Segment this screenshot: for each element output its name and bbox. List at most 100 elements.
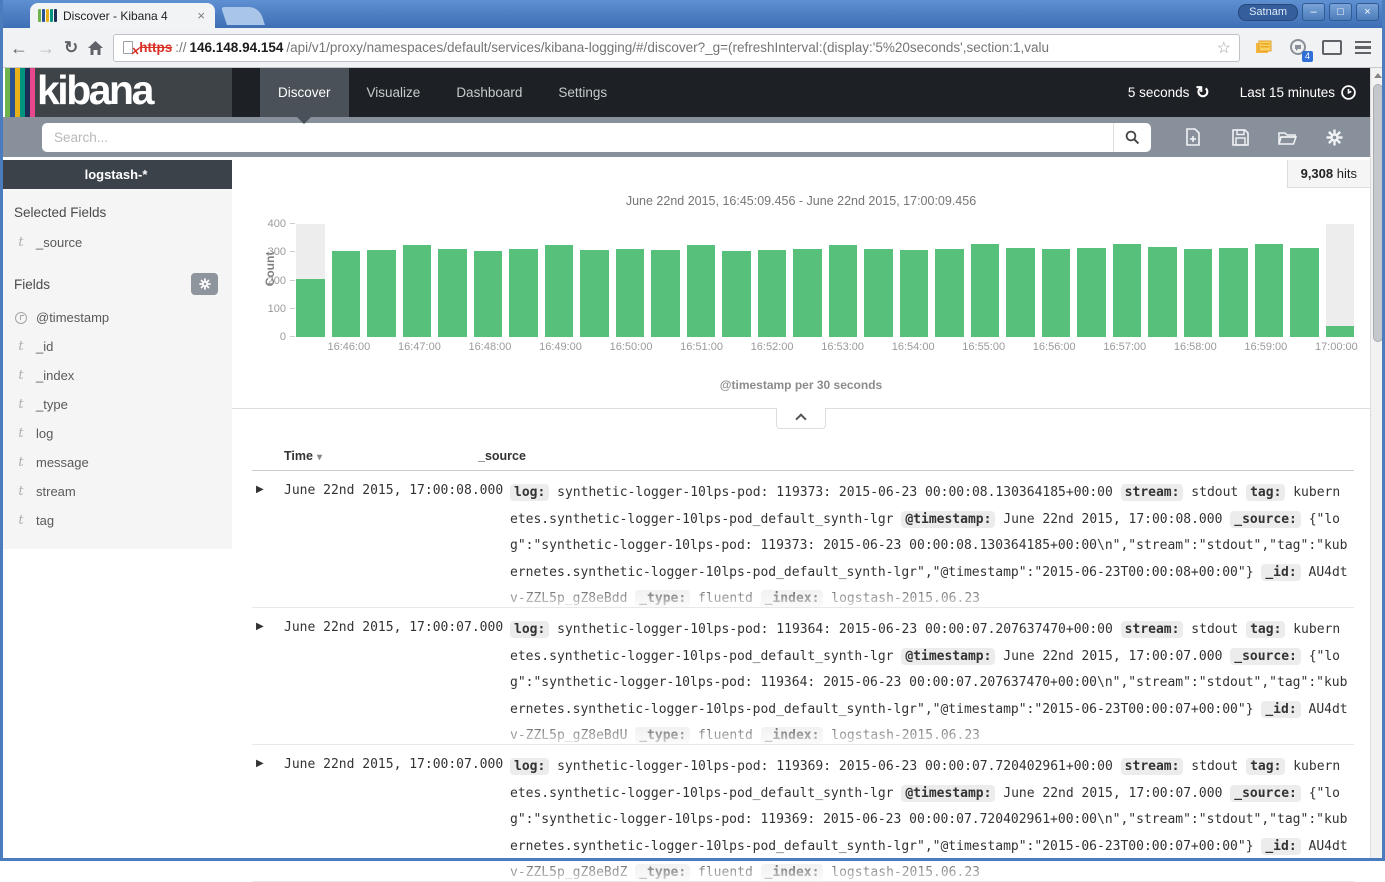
histogram-bar[interactable] — [971, 224, 1000, 337]
new-tab-button[interactable] — [221, 7, 265, 25]
minimize-button[interactable]: – — [1302, 3, 1325, 21]
field-item-_index[interactable]: t_index — [0, 361, 232, 390]
browser-tab[interactable]: Discover - Kibana 4 × — [30, 3, 215, 28]
histogram-bar[interactable] — [829, 224, 858, 337]
expand-row-icon[interactable]: ▶ — [252, 617, 284, 744]
field-badge: stream: — [1121, 758, 1184, 775]
nav-tab-discover[interactable]: Discover — [260, 68, 349, 117]
histogram-bar[interactable] — [935, 224, 964, 337]
histogram-bar[interactable] — [545, 224, 574, 337]
nav-tab-dashboard[interactable]: Dashboard — [438, 68, 540, 117]
histogram-bar[interactable] — [1326, 224, 1355, 337]
field-badge: log: — [510, 484, 549, 501]
tab-title: Discover - Kibana 4 — [63, 9, 195, 23]
field-item-@timestamp[interactable]: @timestamp — [0, 303, 232, 332]
field-item-log[interactable]: tlog — [0, 419, 232, 448]
url-host: 146.148.94.154 — [190, 40, 284, 55]
notification-badge: 4 — [1302, 51, 1313, 62]
collapse-chart-button[interactable] — [776, 408, 826, 429]
open-search-icon[interactable] — [1277, 127, 1297, 147]
source-column-header: _source — [478, 449, 1354, 463]
cast-icon[interactable] — [1321, 37, 1343, 59]
forward-button[interactable]: → — [37, 39, 55, 57]
histogram-bar[interactable] — [1255, 224, 1284, 337]
extension-icon[interactable] — [1253, 37, 1275, 59]
save-search-icon[interactable] — [1230, 127, 1250, 147]
histogram-bar[interactable] — [758, 224, 787, 337]
histogram-bar[interactable] — [1219, 224, 1248, 337]
profile-button[interactable]: Satnam — [1238, 4, 1298, 21]
index-pattern-header[interactable]: logstash-* — [0, 160, 232, 189]
histogram-bar[interactable] — [509, 224, 538, 337]
refresh-interval-picker[interactable]: 5 seconds ↻ — [1128, 83, 1210, 103]
histogram-bar[interactable] — [793, 224, 822, 337]
histogram-bar[interactable] — [722, 224, 751, 337]
x-tick: 16:55:00 — [962, 341, 1005, 353]
y-tick: 100 — [268, 303, 286, 315]
histogram-bar[interactable] — [651, 224, 680, 337]
field-item-message[interactable]: tmessage — [0, 448, 232, 477]
refresh-icon: ↻ — [1195, 83, 1209, 103]
histogram-bar[interactable] — [1148, 224, 1177, 337]
settings-gear-icon[interactable] — [1324, 127, 1344, 147]
ssl-error-icon[interactable]: ✕ — [122, 40, 136, 56]
nav-tab-settings[interactable]: Settings — [540, 68, 625, 117]
x-tick: 17:00:00 — [1315, 341, 1358, 353]
menu-icon[interactable] — [1355, 41, 1371, 55]
histogram-bar[interactable] — [474, 224, 503, 337]
string-type-icon: t — [14, 235, 28, 250]
histogram-bar[interactable] — [864, 224, 893, 337]
search-input[interactable] — [42, 123, 1113, 152]
field-item-_source[interactable]: t_source — [0, 228, 232, 257]
maximize-button[interactable]: □ — [1329, 3, 1352, 21]
histogram-bar[interactable] — [332, 224, 361, 337]
time-column-header[interactable]: Time▾ — [252, 449, 478, 463]
page-scrollbar[interactable] — [1370, 68, 1385, 861]
field-badge: _source: — [1230, 511, 1301, 528]
reload-button[interactable]: ↻ — [64, 38, 78, 58]
expand-row-icon[interactable]: ▶ — [252, 754, 284, 881]
field-item-stream[interactable]: tstream — [0, 477, 232, 506]
back-button[interactable]: ← — [10, 39, 28, 57]
histogram-bar[interactable] — [1290, 224, 1319, 337]
search-button[interactable] — [1113, 123, 1151, 152]
close-button[interactable]: × — [1356, 3, 1379, 21]
url-bar[interactable]: ✕ https :// 146.148.94.154 /api/v1/proxy… — [113, 34, 1240, 62]
histogram-bar[interactable] — [900, 224, 929, 337]
chart-title: June 22nd 2015, 16:45:09.456 - June 22nd… — [232, 194, 1370, 208]
kibana-logo[interactable]: kibana — [0, 68, 232, 117]
histogram-chart[interactable]: Count 0100200300400 16:46:0016:47:0016:4… — [296, 224, 1354, 376]
selected-fields-list: t_source — [0, 228, 232, 257]
field-name: _index — [36, 368, 74, 383]
histogram-bar[interactable] — [1184, 224, 1213, 337]
fields-list: @timestampt_idt_indext_typetlogtmessaget… — [0, 303, 232, 535]
expand-row-icon[interactable]: ▶ — [252, 480, 284, 607]
nav-tab-visualize[interactable]: Visualize — [349, 68, 439, 117]
field-badge: tag: — [1246, 621, 1285, 638]
hangouts-icon[interactable]: 4 — [1287, 37, 1309, 59]
field-item-_id[interactable]: t_id — [0, 332, 232, 361]
time-range-picker[interactable]: Last 15 minutes — [1240, 85, 1356, 100]
histogram-bar[interactable] — [1113, 224, 1142, 337]
string-type-icon: t — [14, 513, 28, 528]
histogram-bar[interactable] — [580, 224, 609, 337]
scrollbar-up-arrow[interactable] — [1371, 68, 1385, 82]
histogram-bar[interactable] — [1077, 224, 1106, 337]
histogram-bar[interactable] — [1006, 224, 1035, 337]
field-item-_type[interactable]: t_type — [0, 390, 232, 419]
histogram-bar[interactable] — [438, 224, 467, 337]
new-search-icon[interactable] — [1183, 127, 1203, 147]
histogram-bar[interactable] — [687, 224, 716, 337]
tab-close-icon[interactable]: × — [195, 8, 207, 23]
home-button[interactable] — [87, 40, 104, 56]
hits-count: 9,308 — [1301, 166, 1334, 181]
scrollbar-thumb[interactable] — [1373, 84, 1383, 342]
histogram-bar[interactable] — [296, 224, 325, 337]
histogram-bar[interactable] — [403, 224, 432, 337]
histogram-bar[interactable] — [367, 224, 396, 337]
histogram-bar[interactable] — [616, 224, 645, 337]
field-settings-gear-icon[interactable] — [191, 273, 218, 295]
bookmark-star-icon[interactable]: ☆ — [1217, 38, 1231, 58]
field-item-tag[interactable]: ttag — [0, 506, 232, 535]
histogram-bar[interactable] — [1042, 224, 1071, 337]
